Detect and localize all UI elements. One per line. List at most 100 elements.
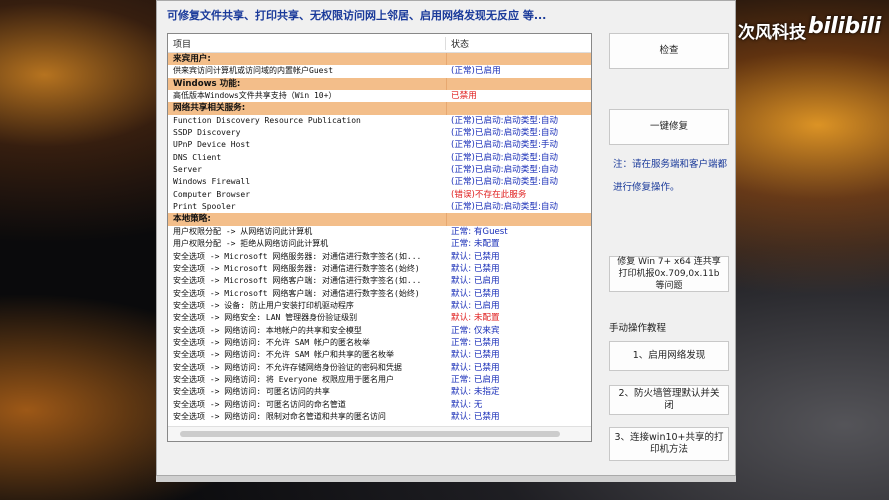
status-cell: 正常: 有Guest	[451, 226, 508, 237]
table-row[interactable]: 安全选项 -> 网络安全: LAN 管理器身份验证级别 默认: 未配置	[168, 312, 591, 324]
table-row[interactable]: UPnP Device Host (正常)已启动:启动类型:手动	[168, 139, 591, 151]
item-cell: 安全选项 -> Microsoft 网络服务器: 对通信进行数字签名(如...	[173, 251, 422, 261]
status-cell: 默认: 已禁用	[451, 411, 500, 422]
table-row[interactable]: Print Spooler (正常)已启动:启动类型:自动	[168, 201, 591, 213]
table-row[interactable]: 用户权限分配 -> 从网络访问此计算机 正常: 有Guest	[168, 226, 591, 238]
table-header: 项目 状态	[168, 34, 591, 53]
repair-note: 注：请在服务端和客户端都进行修复操作。	[613, 159, 728, 193]
table-row[interactable]: 安全选项 -> Microsoft 网络服务器: 对通信进行数字签名(始终) 默认…	[168, 263, 591, 275]
item-cell: 用户权限分配 -> 从网络访问此计算机	[173, 226, 313, 236]
status-cell: 默认: 未配置	[451, 313, 500, 324]
status-cell: (正常)已启动:启动类型:自动	[451, 177, 559, 188]
item-cell: 安全选项 -> 网络访问: 不允许 SAM 帐户的匿名枚举	[173, 337, 370, 347]
status-cell: 正常: 已禁用	[451, 337, 500, 348]
table-row[interactable]: 高低版本Windows文件共享支持（Win 10+） 已禁用	[168, 90, 591, 102]
table-row[interactable]: 安全选项 -> Microsoft 网络客户端: 对通信进行数字签名(始终) 默认…	[168, 288, 591, 300]
item-cell: Windows Firewall	[173, 177, 251, 187]
item-cell: Print Spooler	[173, 202, 236, 212]
item-cell: 供来宾访问计算机或访问域的内置帐户Guest	[173, 66, 334, 76]
table-row[interactable]: 安全选项 -> 网络访问: 本地帐户的共享和安全模型 正常: 仅来宾	[168, 325, 591, 337]
scrollbar-thumb[interactable]	[180, 431, 560, 437]
status-cell: (错误)不存在此服务	[451, 189, 527, 200]
status-cell	[446, 102, 452, 115]
status-cell: 正常: 未配置	[451, 239, 500, 250]
firewall-settings-button[interactable]: 2、防火墙管理默认并关闭	[609, 385, 729, 415]
header-item[interactable]: 项目	[168, 36, 446, 50]
item-cell: 安全选项 -> 网络访问: 不允许存储网络身份验证的密码和凭据	[173, 362, 402, 372]
table-row[interactable]: 安全选项 -> 设备: 防止用户安装打印机驱动程序 默认: 已启用	[168, 300, 591, 312]
table-row[interactable]: 安全选项 -> 网络访问: 将 Everyone 权限应用于匿名用户 正常: 已启…	[168, 374, 591, 386]
header-status[interactable]: 状态	[446, 37, 469, 50]
table-row[interactable]: Windows Firewall (正常)已启动:启动类型:自动	[168, 176, 591, 188]
status-cell: 默认: 已禁用	[451, 288, 500, 299]
table-row[interactable]: Server (正常)已启动:启动类型:自动	[168, 164, 591, 176]
table-row[interactable]: 安全选项 -> 网络访问: 不允许 SAM 帐户的匿名枚举 正常: 已禁用	[168, 337, 591, 349]
status-cell: 默认: 已禁用	[451, 362, 500, 373]
item-cell: 高低版本Windows文件共享支持（Win 10+）	[173, 91, 337, 101]
status-cell: 已禁用	[451, 91, 477, 102]
item-cell: 来宾用户:	[173, 54, 211, 64]
table-row[interactable]: 用户权限分配 -> 拒绝从网络访问此计算机 正常: 未配置	[168, 238, 591, 250]
status-cell: 正常: 仅来宾	[451, 325, 500, 336]
category-row[interactable]: Windows 功能:	[168, 77, 591, 91]
status-cell: 默认: 已禁用	[451, 350, 500, 361]
table-row[interactable]: 安全选项 -> 网络访问: 可匿名访问的共享 默认: 未指定	[168, 386, 591, 398]
status-cell: 默认: 已启用	[451, 276, 500, 287]
enable-network-discovery-button[interactable]: 1、启用网络发现	[609, 341, 729, 371]
item-cell: 安全选项 -> Microsoft 网络服务器: 对通信进行数字签名(始终)	[173, 263, 420, 273]
category-row[interactable]: 来宾用户:	[168, 53, 591, 66]
repair-tool-window: 可修复文件共享、打印共享、无权限访问网上邻居、启用网络发现无反应 等... 项目…	[156, 0, 736, 476]
category-row[interactable]: 网络共享相关服务:	[168, 102, 591, 115]
table-row[interactable]: 安全选项 -> Microsoft 网络服务器: 对通信进行数字签名(如... 默…	[168, 251, 591, 263]
item-cell: 安全选项 -> 网络访问: 可匿名访问的共享	[173, 387, 330, 397]
table-row[interactable]: SSDP Discovery (正常)已启动:启动类型:自动	[168, 127, 591, 139]
table-row[interactable]: Function Discovery Resource Publication (…	[168, 115, 591, 127]
table-row[interactable]: 安全选项 -> 网络访问: 不允许存储网络身份验证的密码和凭据 默认: 已禁用	[168, 362, 591, 374]
status-cell: (正常)已启动:启动类型:手动	[451, 140, 559, 151]
vertical-scrollbar[interactable]	[595, 33, 605, 442]
table-row[interactable]: 安全选项 -> Microsoft 网络客户端: 对通信进行数字签名(如... 默…	[168, 275, 591, 287]
status-cell: (正常)已启动:启动类型:自动	[451, 115, 559, 126]
status-cell: 默认: 已启用	[451, 300, 500, 311]
item-cell: 安全选项 -> 网络访问: 本地帐户的共享和安全模型	[173, 325, 362, 335]
item-cell: 安全选项 -> 设备: 防止用户安装打印机驱动程序	[173, 300, 354, 310]
item-cell: 安全选项 -> 网络安全: LAN 管理器身份验证级别	[173, 313, 358, 323]
repair-button[interactable]: 一键修复	[609, 109, 729, 145]
item-cell: 安全选项 -> Microsoft 网络客户端: 对通信进行数字签名(始终)	[173, 288, 420, 298]
item-cell: 安全选项 -> 网络访问: 可匿名访问的命名管道	[173, 399, 346, 409]
table-row[interactable]: 安全选项 -> 网络访问: 可匿名访问的命名管道 默认: 无	[168, 399, 591, 411]
status-cell: 默认: 已禁用	[451, 263, 500, 274]
item-cell: SSDP Discovery	[173, 128, 241, 138]
status-cell: 默认: 无	[451, 399, 483, 410]
status-cell: 正常: 已启用	[451, 374, 500, 385]
status-cell	[446, 53, 452, 66]
table-row[interactable]: 安全选项 -> 网络访问: 不允许 SAM 帐户和共享的匿名枚举 默认: 已禁用	[168, 349, 591, 361]
table-row[interactable]: Computer Browser (错误)不存在此服务	[168, 189, 591, 201]
item-cell: Server	[173, 165, 202, 175]
status-cell	[446, 213, 452, 226]
item-cell: Computer Browser	[173, 189, 251, 199]
table-row[interactable]: 供来宾访问计算机或访问域的内置帐户Guest (正常)已启用	[168, 65, 591, 77]
results-table: 项目 状态 来宾用户: 供来宾访问计算机或访问域的内置帐户Guest (正常)已启用…	[167, 33, 592, 442]
horizontal-scrollbar[interactable]	[168, 426, 591, 441]
status-cell: 默认: 未指定	[451, 387, 500, 398]
status-cell	[446, 77, 452, 91]
table-row[interactable]: DNS Client (正常)已启动:启动类型:自动	[168, 152, 591, 164]
tutorial-label: 手动操作教程	[609, 323, 667, 334]
window-bottom-edge	[156, 476, 736, 482]
win7-printer-fix-button[interactable]: 修复 Win 7+ x64 连共享打印机报0x.709,0x.11b等问题	[609, 256, 729, 292]
status-cell: (正常)已启动:启动类型:自动	[451, 128, 559, 139]
table-body: 来宾用户: 供来宾访问计算机或访问域的内置帐户Guest (正常)已启用 Window…	[168, 53, 591, 423]
status-cell: (正常)已启动:启动类型:自动	[451, 202, 559, 213]
bilibili-logo: bilibili	[808, 14, 881, 39]
win10-printer-method-button[interactable]: 3、连接win10+共享的打印机方法	[609, 427, 729, 461]
status-cell: (正常)已启动:启动类型:自动	[451, 165, 559, 176]
item-cell: 网络共享相关服务:	[173, 103, 246, 114]
watermark-text: 次风科技	[738, 23, 806, 43]
table-row[interactable]: 安全选项 -> 网络访问: 限制对命名管道和共享的匿名访问 默认: 已禁用	[168, 411, 591, 423]
check-button[interactable]: 检查	[609, 33, 729, 69]
item-cell: Function Discovery Resource Publication	[173, 115, 361, 125]
status-cell: (正常)已启动:启动类型:自动	[451, 152, 559, 163]
category-row[interactable]: 本地策略:	[168, 213, 591, 226]
item-cell: DNS Client	[173, 152, 222, 162]
